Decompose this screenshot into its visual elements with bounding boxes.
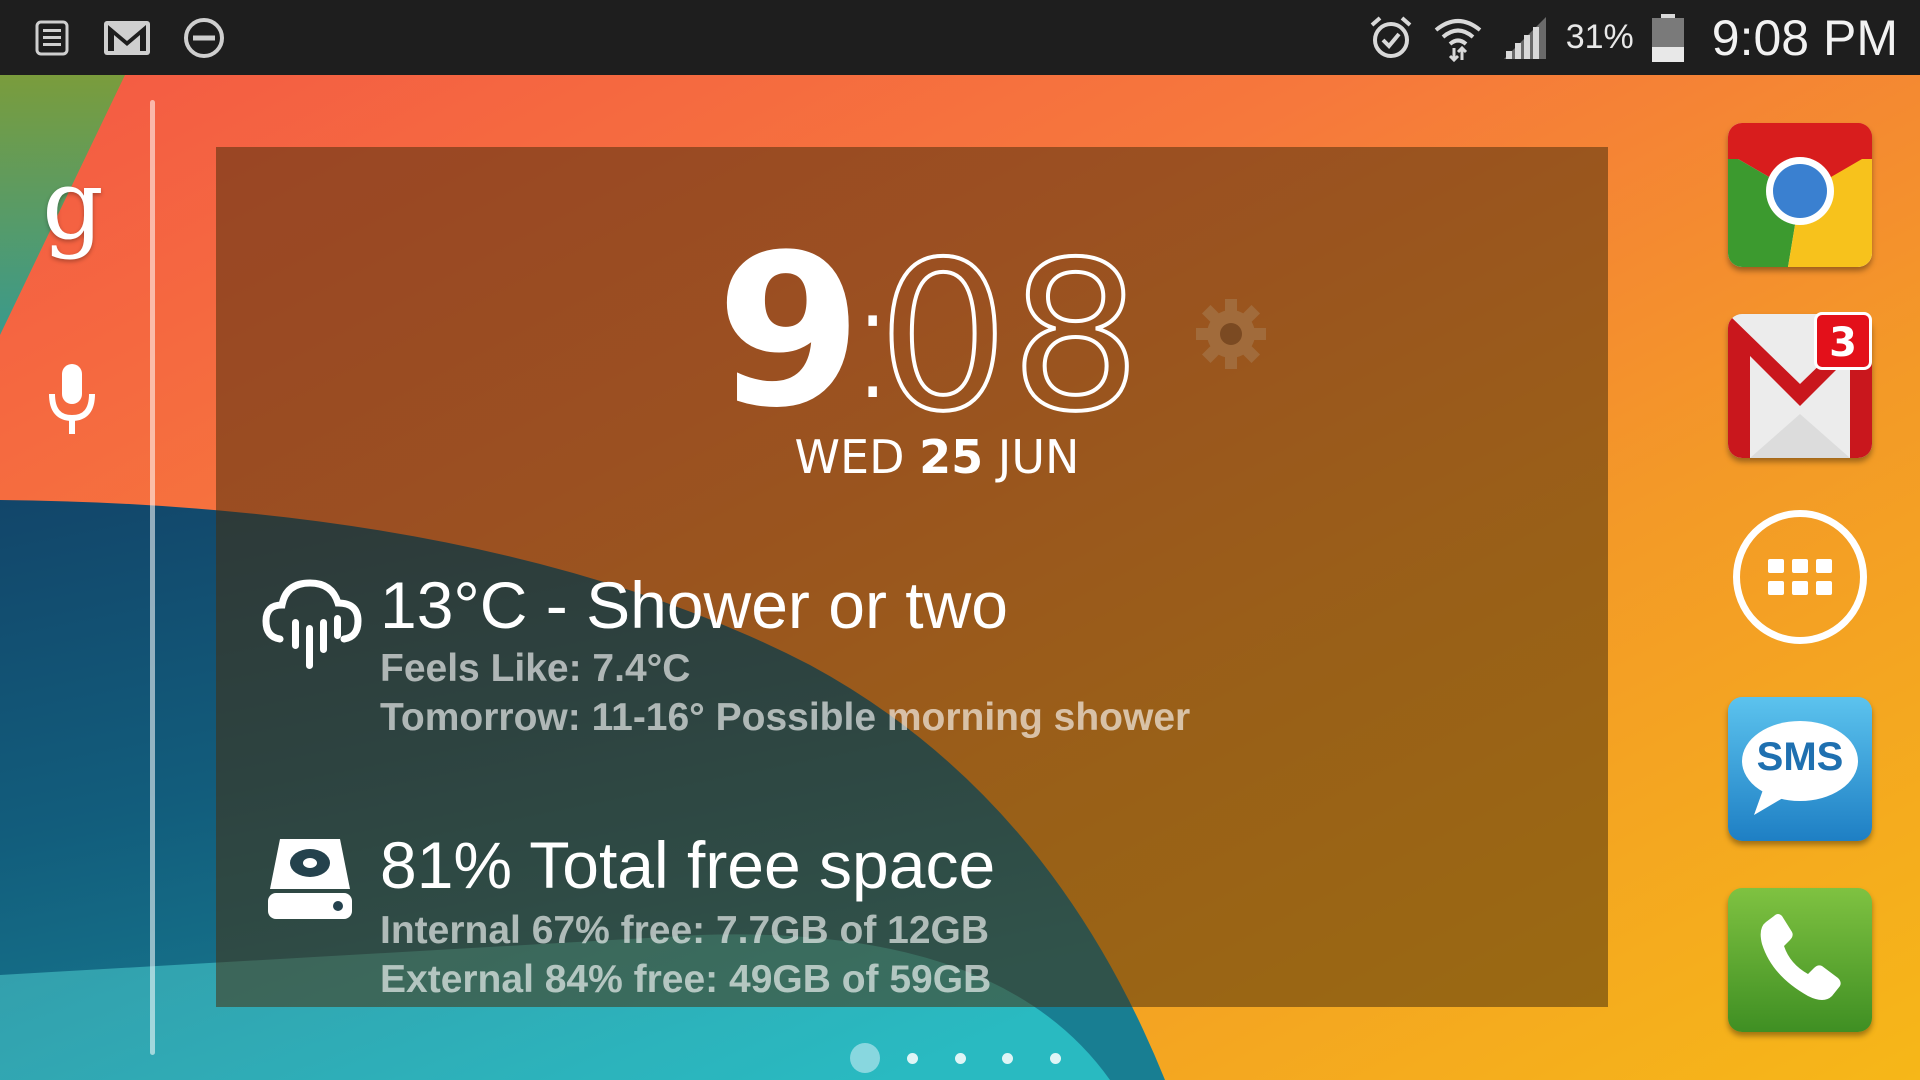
sms-label: SMS [1756,735,1844,779]
date-number: 25 [919,430,984,484]
gmail-icon[interactable] [102,19,152,57]
storage-title: 81% Total free space [380,828,996,902]
page-dot-5[interactable] [1050,1053,1061,1064]
gmail-badge: 3 [1814,312,1872,370]
time-minutes: 08 [876,217,1143,459]
gear-icon[interactable] [1194,297,1268,375]
signal-icon [1500,15,1550,61]
date-display: WED 25 JUN [216,430,1608,484]
weather-title: 13°C - Shower or two [380,568,1008,642]
alarm-icon [1366,13,1416,63]
hard-drive-icon [264,833,356,929]
app-drawer-button[interactable] [1733,510,1867,644]
chrome-app-icon[interactable] [1728,123,1872,267]
page-dot-1[interactable] [850,1043,880,1073]
sms-app-icon[interactable]: SMS [1728,697,1872,841]
storage-external: External 84% free: 49GB of 59GB [380,958,992,1001]
status-clock: 9:08 PM [1711,9,1898,66]
page-indicator[interactable] [0,1043,1920,1073]
battery-icon [1650,13,1686,63]
page-dot-2[interactable] [907,1053,918,1064]
date-day: WED [794,430,905,484]
storage-internal: Internal 67% free: 7.7GB of 12GB [380,909,990,952]
time-hour: 9 [716,209,863,454]
weather-feels-like: Feels Like: 7.4°C [380,647,691,690]
weather-tomorrow: Tomorrow: 11-16° Possible morning shower [380,696,1191,739]
do-not-disturb-icon[interactable] [182,16,226,60]
page-dot-3[interactable] [955,1053,966,1064]
left-dock-divider [150,100,155,1055]
notes-icon[interactable] [32,18,72,58]
rain-cloud-icon [262,575,362,679]
phone-app-icon[interactable] [1728,888,1872,1032]
page-dot-4[interactable] [1002,1053,1013,1064]
status-bar: 31% 9:08 PM [0,0,1920,75]
date-month: JUN [997,430,1080,484]
wifi-icon [1432,12,1484,64]
clock-weather-widget[interactable]: 9 : 08 WED 25 JUN 13°C - Shower or two F… [216,147,1608,1007]
google-search-button[interactable]: g [38,157,108,253]
microphone-icon[interactable] [40,360,104,444]
battery-percent: 31% [1565,18,1634,56]
